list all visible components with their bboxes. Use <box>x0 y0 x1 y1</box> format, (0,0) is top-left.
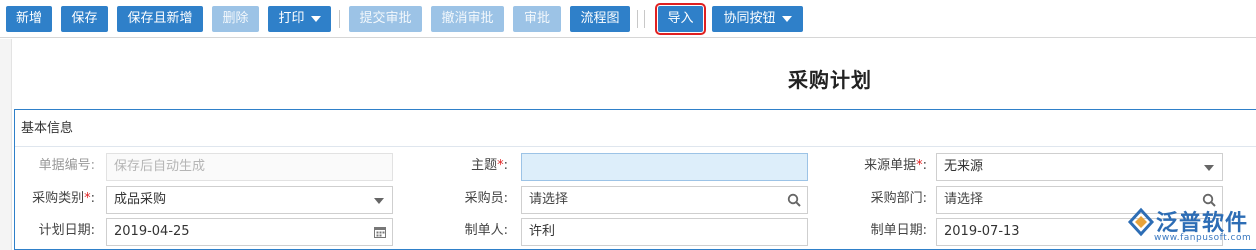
save-and-new-button[interactable]: 保存且新增 <box>117 6 203 32</box>
subject-input[interactable] <box>521 153 808 181</box>
left-strip <box>0 39 12 250</box>
create-date-label: 制单日期: <box>870 223 927 238</box>
approve-button[interactable]: 审批 <box>513 6 561 32</box>
doc-no-label: 单据编号: <box>38 158 95 173</box>
basic-info-panel: 基本信息 单据编号: 保存后自动生成 主题*: 来源单据*: 无来源 采购类别*… <box>14 109 1256 250</box>
print-dropdown-button[interactable]: 打印 <box>268 6 331 32</box>
purchase-type-label-text: 采购类别 <box>32 191 85 206</box>
flowchart-button[interactable]: 流程图 <box>570 6 630 32</box>
doc-no-field: 保存后自动生成 <box>106 153 393 181</box>
save-button[interactable]: 保存 <box>61 6 108 32</box>
buyer-picker[interactable]: 请选择 <box>521 186 808 214</box>
creator-label: 制单人: <box>464 223 508 238</box>
delete-button[interactable]: 删除 <box>212 6 259 32</box>
new-button[interactable]: 新增 <box>6 6 52 32</box>
chevron-down-icon <box>310 15 321 22</box>
toolbar: 新增 保存 保存且新增 删除 打印 提交审批 撤消审批 审批 流程图 导入 协同… <box>0 0 1256 38</box>
calendar-icon[interactable] <box>374 226 386 238</box>
label-colon: : <box>922 158 927 173</box>
page-title: 采购计划 <box>788 68 872 92</box>
purchase-dept-value: 请选择 <box>944 192 984 207</box>
subject-label-text: 主题 <box>471 158 498 173</box>
source-doc-label: 来源单据*: <box>845 153 927 179</box>
label-colon: : <box>503 158 508 173</box>
purchase-dept-label: 采购部门: <box>870 191 927 206</box>
plan-date-input[interactable]: 2019-04-25 <box>106 218 393 246</box>
collab-label: 协同按钮 <box>723 11 776 26</box>
create-date-value: 2019-07-13 <box>944 224 1020 239</box>
brand-logo-icon <box>1127 207 1155 237</box>
plan-date-label: 计划日期: <box>38 223 95 238</box>
source-doc-select[interactable]: 无来源 <box>936 153 1223 181</box>
submit-approval-button[interactable]: 提交审批 <box>349 6 422 32</box>
import-button[interactable]: 导入 <box>655 3 706 35</box>
buyer-value: 请选择 <box>529 192 569 207</box>
toolbar-divider <box>339 10 340 28</box>
search-icon[interactable] <box>787 193 801 207</box>
chevron-down-icon <box>1204 165 1214 171</box>
print-label: 打印 <box>278 11 305 26</box>
source-doc-value: 无来源 <box>944 159 984 174</box>
subject-label: 主题*: <box>428 153 508 179</box>
collab-dropdown-button[interactable]: 协同按钮 <box>712 6 803 32</box>
toolbar-divider <box>637 10 638 28</box>
source-doc-label-text: 来源单据 <box>864 158 917 173</box>
chevron-down-icon <box>374 198 384 204</box>
cancel-approval-button[interactable]: 撤消审批 <box>431 6 504 32</box>
toolbar-divider <box>644 10 645 28</box>
plan-date-value: 2019-04-25 <box>114 224 190 239</box>
purchase-type-select[interactable]: 成品采购 <box>106 186 393 214</box>
creator-field[interactable]: 许利 <box>521 218 808 246</box>
label-colon: : <box>90 191 95 206</box>
brand-logo: 泛普软件 www.fanpusoft.com <box>1124 203 1254 249</box>
section-title: 基本信息 <box>15 110 1256 147</box>
chevron-down-icon <box>781 15 792 22</box>
purchase-type-label: 采购类别*: <box>15 186 95 212</box>
purchase-type-value: 成品采购 <box>114 192 167 207</box>
doc-no-placeholder: 保存后自动生成 <box>114 159 206 174</box>
buyer-label: 采购员: <box>464 191 508 206</box>
brand-url: www.fanpusoft.com <box>1154 233 1252 243</box>
